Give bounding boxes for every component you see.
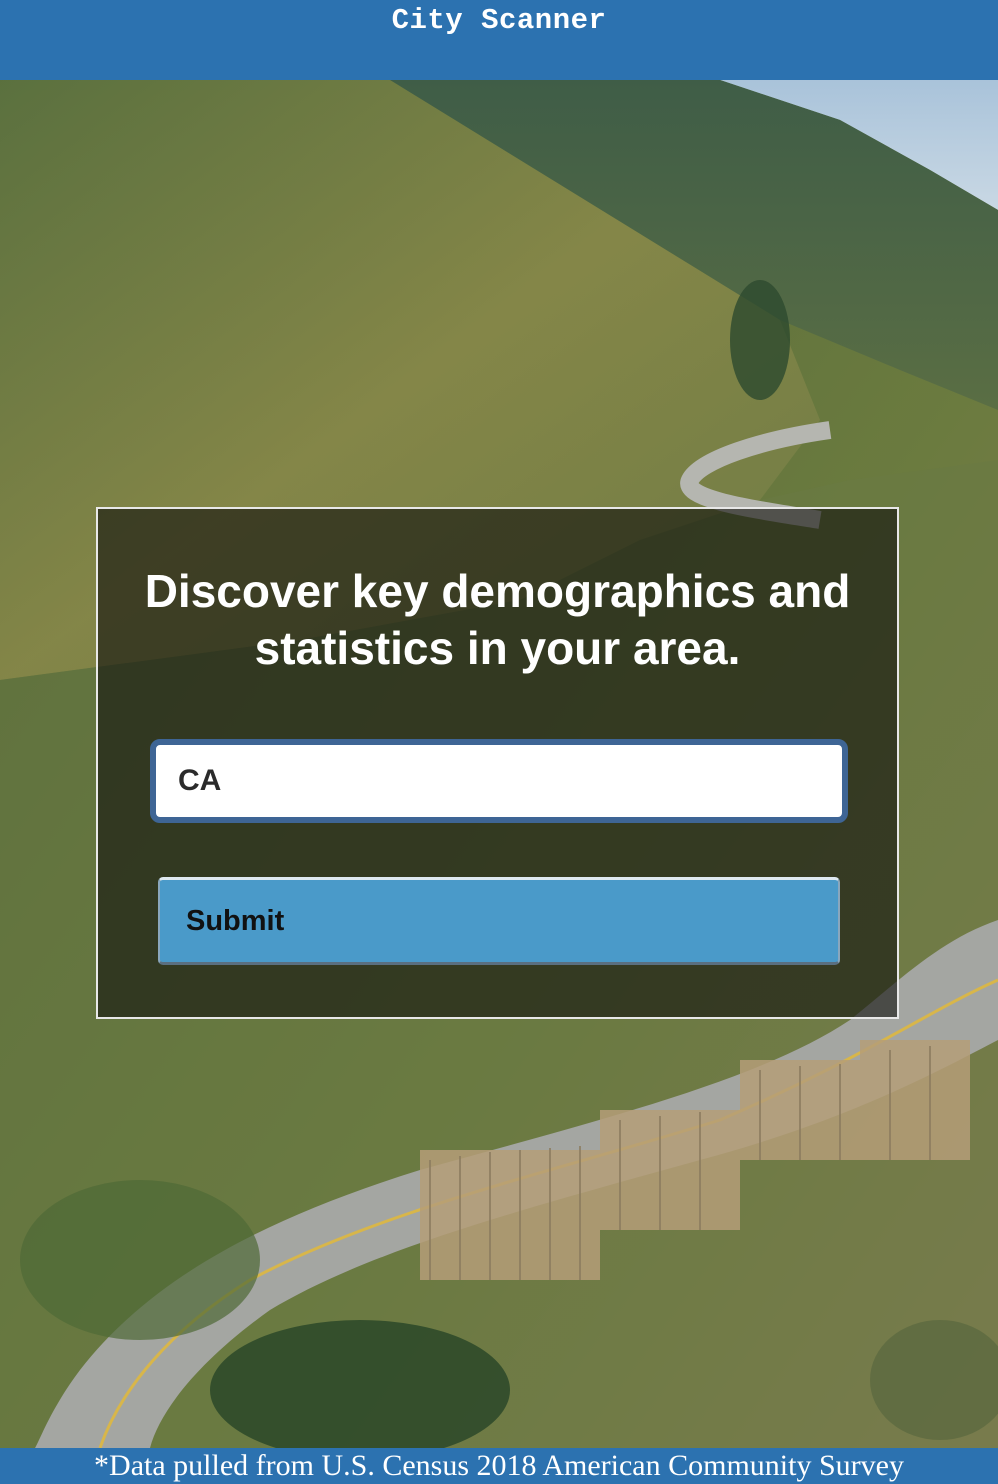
submit-button[interactable]: Submit	[158, 877, 840, 965]
app-header: City Scanner	[0, 0, 998, 80]
location-search-input[interactable]	[150, 739, 848, 823]
data-source-note: *Data pulled from U.S. Census 2018 Ameri…	[94, 1449, 904, 1482]
app-footer: *Data pulled from U.S. Census 2018 Ameri…	[0, 1448, 998, 1484]
search-card-heading: Discover key demographics and statistics…	[144, 565, 851, 674]
app-title: City Scanner	[391, 4, 607, 37]
search-card: Discover key demographics and statistics…	[96, 507, 899, 1019]
